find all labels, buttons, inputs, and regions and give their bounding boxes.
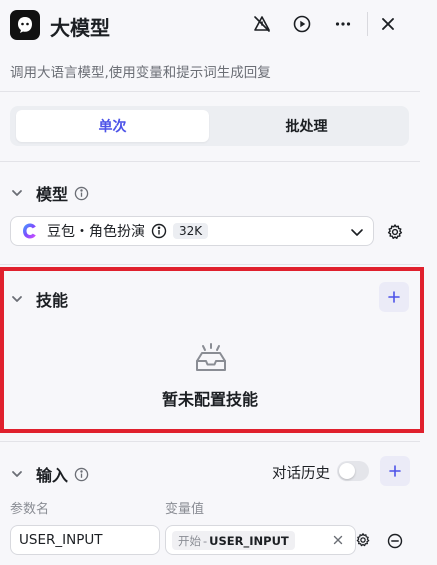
input-section-title: 输入 bbox=[36, 466, 69, 485]
context-length-badge: 32K bbox=[173, 223, 209, 239]
add-input-button[interactable] bbox=[380, 456, 410, 486]
chevron-down-icon[interactable] bbox=[10, 291, 26, 307]
divider bbox=[0, 441, 420, 442]
info-icon[interactable] bbox=[74, 185, 90, 201]
tab-batch[interactable]: 批处理 bbox=[210, 110, 403, 142]
variable-reference-tag: 开始 - USER_INPUT bbox=[172, 531, 295, 550]
empty-inbox-icon bbox=[196, 343, 226, 371]
tab-single[interactable]: 单次 bbox=[16, 110, 209, 142]
model-section-header[interactable]: 模型 bbox=[10, 181, 90, 205]
input-section-header[interactable]: 输入 bbox=[10, 462, 90, 486]
clear-icon[interactable] bbox=[332, 534, 344, 546]
toggle-knob bbox=[339, 463, 355, 479]
more-icon[interactable] bbox=[331, 12, 355, 36]
node-description: 调用大语言模型,使用变量和提示词生成回复 bbox=[10, 65, 271, 81]
plus-icon bbox=[388, 291, 400, 303]
variable-value-select[interactable]: 开始 - USER_INPUT bbox=[165, 525, 356, 555]
variable-source: 开始 bbox=[178, 533, 201, 548]
model-select[interactable]: 豆包・角色扮演 32K bbox=[10, 216, 374, 246]
node-title: 大模型 bbox=[50, 16, 110, 40]
chevron-down-icon[interactable] bbox=[349, 224, 365, 240]
param-name-column-label: 参数名 bbox=[10, 502, 50, 517]
model-section-title: 模型 bbox=[36, 185, 69, 204]
chevron-down-icon[interactable] bbox=[10, 466, 26, 482]
selected-model-name: 豆包・角色扮演 bbox=[47, 224, 145, 240]
run-mode-tabs: 单次 批处理 bbox=[10, 106, 409, 146]
chevron-down-icon[interactable] bbox=[10, 185, 26, 201]
doubao-model-icon bbox=[23, 223, 36, 239]
llm-node-icon bbox=[10, 10, 40, 40]
remove-row-icon[interactable] bbox=[387, 533, 403, 549]
chat-history-toggle[interactable] bbox=[337, 461, 369, 481]
skills-section-header[interactable]: 技能 bbox=[10, 287, 68, 311]
close-icon[interactable] bbox=[376, 12, 400, 36]
variable-settings-gear-icon[interactable] bbox=[355, 532, 371, 548]
header-divider bbox=[367, 12, 368, 36]
run-icon[interactable] bbox=[290, 12, 314, 36]
node-header: 大模型 bbox=[0, 0, 437, 52]
variable-separator: - bbox=[203, 533, 208, 548]
variable-value-column-label: 变量值 bbox=[165, 502, 205, 517]
plus-icon bbox=[389, 465, 401, 477]
chat-history-label: 对话历史 bbox=[272, 466, 330, 482]
param-name-input[interactable] bbox=[10, 525, 160, 555]
model-settings-gear-icon[interactable] bbox=[386, 223, 404, 241]
skills-empty-text: 暂未配置技能 bbox=[161, 390, 258, 409]
info-icon[interactable] bbox=[74, 466, 90, 482]
skills-section-title: 技能 bbox=[36, 291, 69, 310]
info-icon[interactable] bbox=[151, 223, 167, 239]
divider bbox=[0, 161, 420, 162]
divider bbox=[0, 91, 420, 92]
debug-off-icon[interactable] bbox=[250, 12, 274, 36]
add-skill-button[interactable] bbox=[379, 282, 409, 312]
variable-name: USER_INPUT bbox=[209, 533, 289, 548]
divider bbox=[0, 264, 420, 265]
